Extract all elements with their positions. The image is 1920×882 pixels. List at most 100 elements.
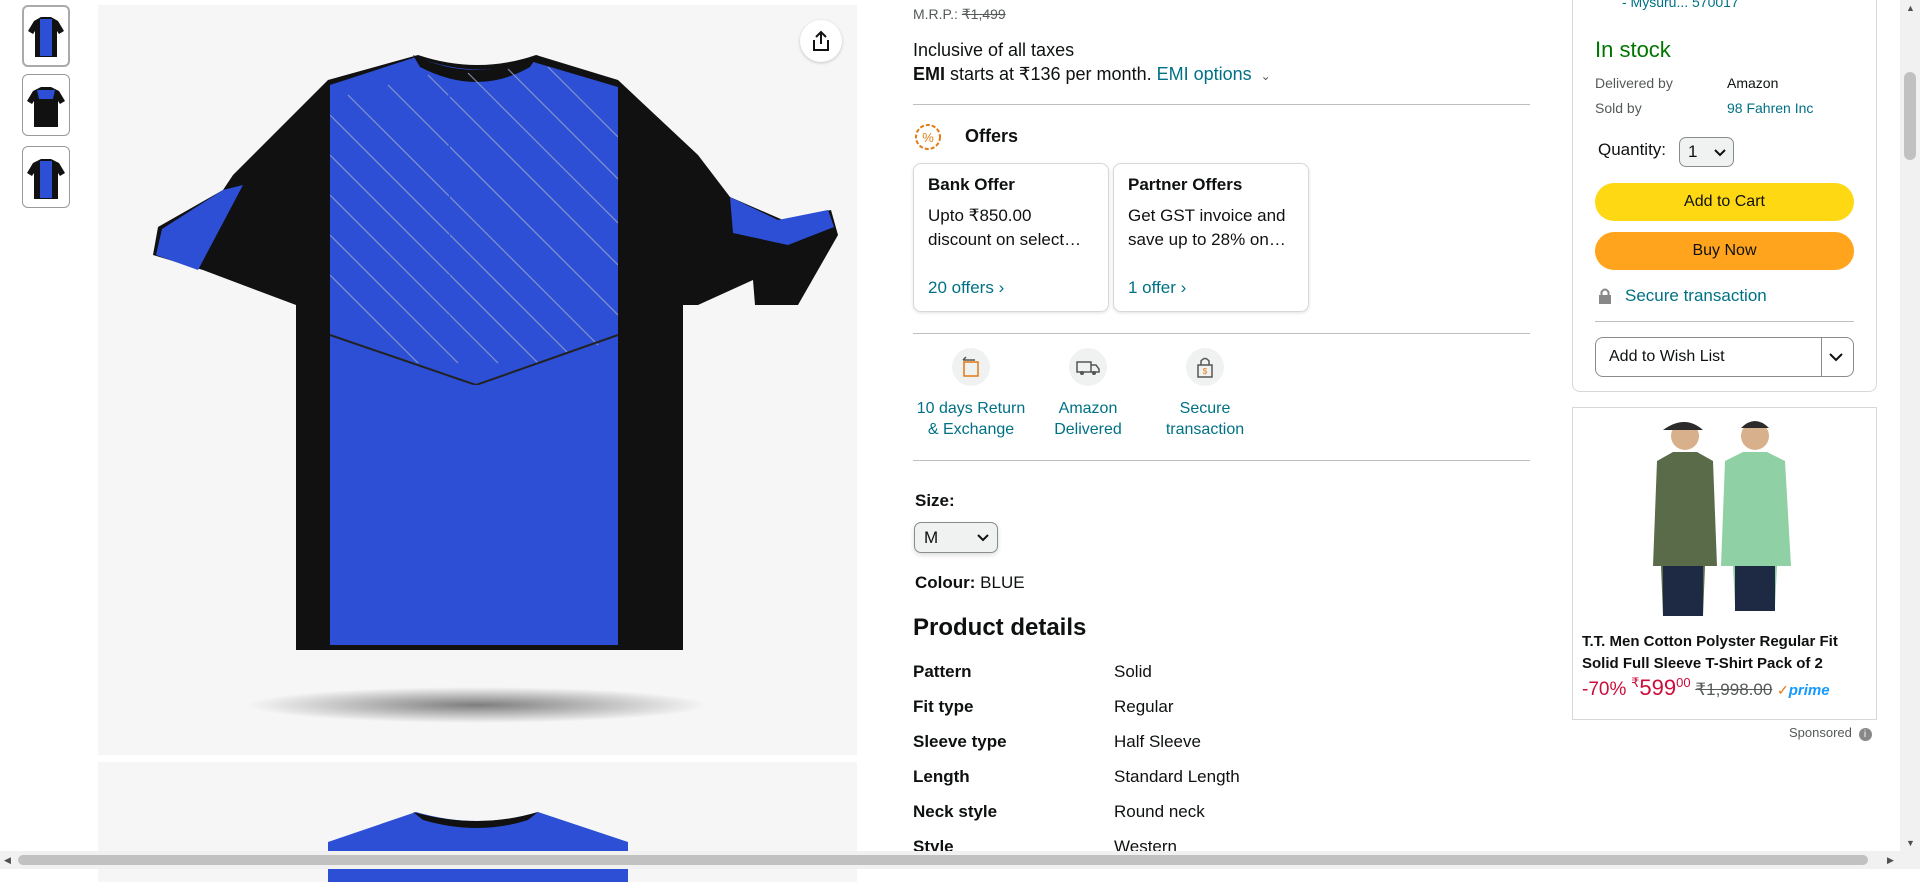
sponsored-label[interactable]: Sponsored i <box>1789 725 1872 741</box>
tshirt-thumbnail-side <box>27 159 65 199</box>
lock-icon: $ <box>1186 348 1224 386</box>
feature-line2: Delivered <box>1054 421 1122 438</box>
thumbnail-3[interactable] <box>22 146 70 208</box>
main-product-image[interactable] <box>98 5 857 755</box>
delivery-address-link[interactable]: - Mysuru... 570017 <box>1622 0 1739 10</box>
feature-line1: Secure <box>1179 400 1231 417</box>
ad-discount: -70% <box>1582 679 1627 700</box>
stock-status: In stock <box>1595 37 1671 62</box>
detail-value: Half Sleeve <box>1114 732 1201 751</box>
offer-card-link[interactable]: 1 offer › <box>1128 278 1186 298</box>
feature-line2: transaction <box>1165 421 1245 438</box>
mrp-value: ₹1,499 <box>961 6 1006 22</box>
ad-list-price: ₹1,998.00 <box>1695 680 1773 699</box>
buy-now-button[interactable]: Buy Now <box>1595 232 1854 270</box>
sold-by-label: Sold by <box>1595 100 1642 116</box>
divider <box>1821 338 1822 376</box>
ad-price-whole: 599 <box>1639 675 1677 700</box>
ad-price-fraction: 00 <box>1676 675 1691 690</box>
quantity-value: 1 <box>1688 142 1698 161</box>
ad-title[interactable]: T.T. Men Cotton Polyster Regular Fit Sol… <box>1582 631 1872 675</box>
divider <box>913 104 1530 105</box>
offer-card-link[interactable]: 20 offers › <box>928 278 1004 298</box>
size-label: Size: <box>915 491 955 510</box>
horizontal-scroll-thumb[interactable] <box>18 855 1868 865</box>
product-details-title: Product details <box>913 614 1087 641</box>
detail-value: Round neck <box>1114 802 1205 821</box>
detail-key: Pattern <box>913 662 972 681</box>
colour: Colour: BLUE <box>915 573 1025 593</box>
divider <box>913 333 1530 334</box>
detail-value: Standard Length <box>1114 767 1240 786</box>
scroll-right-arrow-icon[interactable]: ▶ <box>1887 855 1894 866</box>
detail-key: Fit type <box>913 697 974 716</box>
colour-label: Colour: <box>915 573 976 592</box>
sponsored-text: Sponsored <box>1789 725 1852 740</box>
wish-list-label: Add to Wish List <box>1609 348 1725 365</box>
detail-value: Regular <box>1114 697 1174 716</box>
mrp: M.R.P.: ₹1,499 <box>913 6 1006 22</box>
colour-value: BLUE <box>980 573 1025 592</box>
feature-line1: 10 days Return <box>916 400 1026 417</box>
chevron-down-icon[interactable]: ⌄ <box>1261 69 1271 83</box>
detail-value: Solid <box>1114 662 1152 681</box>
thumbnail-1[interactable] <box>22 5 70 67</box>
prime-check-icon: ✓ <box>1777 682 1789 698</box>
offer-card-desc: Get GST invoice and save up to 28% on… <box>1128 206 1286 249</box>
quantity-select[interactable]: 1 <box>1679 137 1734 167</box>
lock-icon <box>1597 287 1613 310</box>
svg-text:%: % <box>922 130 934 145</box>
svg-text:$: $ <box>1203 367 1208 376</box>
ad-product-image <box>1653 421 1791 616</box>
chevron-down-icon[interactable] <box>1829 353 1843 362</box>
emi-text: starts at ₹136 per month. <box>950 64 1152 84</box>
info-icon[interactable]: i <box>1858 728 1872 741</box>
feature-secure[interactable]: $ Secure transaction <box>1145 348 1265 440</box>
share-icon <box>813 30 829 51</box>
add-to-wish-list-button[interactable]: Add to Wish List <box>1595 337 1854 377</box>
scroll-up-arrow-icon[interactable]: ▲ <box>1906 3 1915 13</box>
detail-key: Sleeve type <box>913 732 1007 751</box>
feature-delivered[interactable]: Amazon Delivered <box>1028 348 1148 440</box>
secure-transaction-link[interactable]: Secure transaction <box>1625 286 1767 306</box>
detail-key: Length <box>913 767 970 786</box>
chevron-down-icon <box>1714 149 1726 157</box>
bank-offer-card[interactable]: Bank Offer Upto ₹850.00 discount on sele… <box>913 163 1109 312</box>
divider <box>1595 321 1854 322</box>
thumbnail-2[interactable] <box>22 74 70 136</box>
offer-card-desc: Upto ₹850.00 discount on select… <box>928 206 1082 249</box>
add-to-cart-button[interactable]: Add to Cart <box>1595 183 1854 221</box>
divider <box>913 460 1530 461</box>
emi-options-link[interactable]: EMI options <box>1157 64 1252 84</box>
size-select[interactable]: M <box>914 522 998 553</box>
offer-card-title: Bank Offer <box>928 175 1015 194</box>
chevron-down-icon <box>977 534 989 542</box>
emi-label: EMI <box>913 64 946 84</box>
delivered-by-label: Delivered by <box>1595 75 1673 91</box>
feature-line1: Amazon <box>1058 400 1118 417</box>
inclusive-taxes: Inclusive of all taxes <box>913 40 1075 60</box>
feature-return[interactable]: 10 days Return & Exchange <box>911 348 1031 440</box>
offers-icon: % <box>913 122 943 157</box>
scroll-down-arrow-icon[interactable]: ▼ <box>1906 838 1915 848</box>
ad-price: -70% ₹59900 ₹1,998.00 ✓prime <box>1582 675 1830 701</box>
scroll-left-arrow-icon[interactable]: ◀ <box>4 855 11 866</box>
prime-logo: prime <box>1788 682 1830 699</box>
delivered-by-value: Amazon <box>1727 75 1779 91</box>
return-box-icon <box>952 348 990 386</box>
share-button[interactable] <box>800 20 842 62</box>
size-value: M <box>924 528 939 547</box>
tshirt-thumbnail-front <box>28 17 64 57</box>
emi-line: EMI starts at ₹136 per month. EMI option… <box>913 64 1271 85</box>
detail-key: Neck style <box>913 802 998 821</box>
vertical-scroll-thumb[interactable] <box>1904 72 1916 160</box>
seller-link[interactable]: 98 Fahren Inc <box>1727 100 1813 116</box>
offers-title: Offers <box>965 126 1019 146</box>
partner-offer-card[interactable]: Partner Offers Get GST invoice and save … <box>1113 163 1309 312</box>
delivery-truck-icon <box>1069 348 1107 386</box>
quantity-label: Quantity: <box>1598 140 1667 159</box>
offer-card-title: Partner Offers <box>1128 175 1243 194</box>
tshirt-image <box>153 55 838 723</box>
tshirt-thumbnail-back <box>27 87 65 127</box>
feature-line2: & Exchange <box>927 421 1015 438</box>
